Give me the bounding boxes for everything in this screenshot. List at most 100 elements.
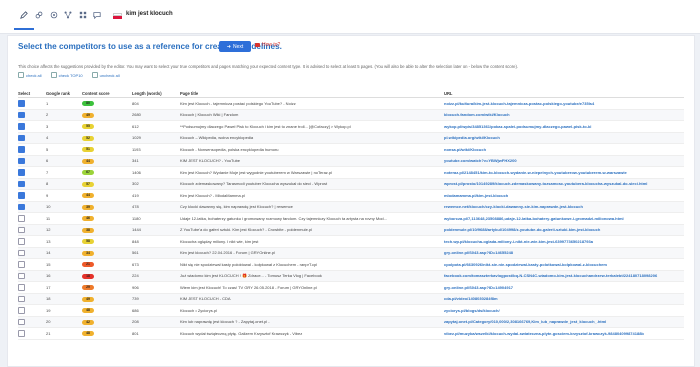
table-row[interactable]: 15 21 673 Nikt się nie spodziewał kasty poł… [18, 258, 684, 271]
table-row[interactable]: 5 51 1193 Klocuch - Nonsensopedia, polska e… [18, 143, 684, 156]
url-link[interactable]: wprost.pl/prosto/10149289/klocuch-zdemas… [444, 178, 684, 190]
table-row[interactable]: 1 80 804 Kim jest Klocuch - tajemnicza post… [18, 97, 684, 110]
rank-cell: 15 [46, 258, 82, 271]
url-link[interactable]: cpolpota.pl/6630926/nikt-sie-nie-spodzie… [444, 258, 684, 271]
select-checkbox[interactable] [18, 284, 25, 291]
link-icon[interactable] [33, 9, 45, 21]
table-row[interactable]: 13 58 848 Klocucha ogląday miliony. I nikt … [18, 235, 684, 248]
length-cell: 612 [132, 120, 180, 133]
url-link[interactable]: cda.pl/video/1408030284f8m [444, 293, 684, 305]
length-cell: 848 [132, 235, 180, 248]
col-url[interactable]: URL [444, 82, 684, 98]
score-cell: 46 [82, 212, 132, 225]
select-checkbox[interactable] [18, 100, 25, 107]
chat-icon[interactable] [91, 9, 103, 21]
select-checkbox[interactable] [18, 146, 25, 153]
title-cell: Klocuch zdemaskowany? Tarasmodi youtuber… [180, 178, 444, 190]
score-badge: 48 [82, 331, 94, 337]
table-row[interactable]: 19 48 686 Klocuch • Zyciorys.pl zyciorys.pl/… [18, 304, 684, 317]
url-link[interactable]: gry-online.pl/S043.asp?ID=14904917 [444, 281, 684, 294]
network-icon[interactable] [62, 9, 74, 21]
select-checkbox[interactable] [18, 318, 25, 325]
select-checkbox[interactable] [18, 215, 25, 222]
url-link[interactable]: mlodamamma.pl/kim-jest-klocuch [444, 189, 684, 202]
select-checkbox[interactable] [18, 111, 25, 118]
length-cell: 478 [132, 201, 180, 213]
title-cell: Klocuch wydał świąteczną płytę. Galizem … [180, 327, 444, 340]
select-checkbox[interactable] [18, 307, 25, 314]
url-link[interactable]: facebook.com/tomaszterkavlogpost/bq-N-CS… [444, 270, 684, 282]
next-button[interactable]: ➜ Next [219, 41, 251, 52]
select-checkbox[interactable] [18, 169, 25, 176]
select-checkbox[interactable] [18, 330, 25, 337]
target-icon[interactable] [48, 9, 60, 21]
table-row[interactable]: 7 67 1406 Kim jest Klocuch? Wydanie Moje je… [18, 166, 684, 179]
select-checkbox[interactable] [18, 157, 25, 164]
url-link[interactable]: zyciorys.pl/blogs/ds/klocuch/ [444, 304, 684, 317]
score-badge: 57 [82, 181, 94, 187]
table-row[interactable]: 6 44 341 KIM JEST KLOCUCH? - YouTube youtube… [18, 155, 684, 167]
how-to-link[interactable]: How to? [255, 42, 280, 48]
select-checkbox[interactable] [18, 226, 25, 233]
length-cell: 302 [132, 178, 180, 190]
table-row[interactable]: 2 49 2680 Klocuch | Klocuch Wiki | Fandom kl… [18, 109, 684, 121]
select-checkbox[interactable] [18, 123, 25, 130]
url-link[interactable]: wykop.pl/wpis/34851361/pokaz-spalei-pods… [444, 120, 684, 133]
url-link[interactable]: noizz.pl/kultura/kim-jest-klocuch-tajemn… [444, 97, 684, 110]
length-cell: 686 [132, 304, 180, 317]
select-checkbox[interactable] [18, 272, 25, 279]
select-checkbox[interactable] [18, 180, 25, 187]
check-all-link[interactable]: check all [18, 72, 42, 78]
col-score[interactable]: Content score [82, 82, 132, 98]
select-checkbox[interactable] [18, 192, 25, 199]
url-link[interactable]: rewemce.net/klocuch/czy-klocki-dawanny-s… [444, 201, 684, 213]
url-link[interactable]: youtube.com/watch?v=YBWjwFHX200 [444, 155, 684, 167]
table-row[interactable]: 4 52 1029 Klocuch – Wikipedia, wolna encykl… [18, 132, 684, 144]
select-cell [18, 120, 46, 133]
table-row[interactable]: 17 29 906 Wiem kim jest Klocuch! To czas! T… [18, 281, 684, 294]
url-link[interactable]: poldenmule.pl/10/9688/artykul/104998/z-y… [444, 224, 684, 236]
select-checkbox[interactable] [18, 238, 25, 245]
table-row[interactable]: 18 49 739 KIM JEST KLOCUCH - CDA cda.pl/vide… [18, 293, 684, 305]
url-link[interactable]: wyborcza.pl/7,113648,23508886,udaje-12-l… [444, 212, 684, 225]
url-link[interactable]: gry-online.pl/S043.asp?ID=14655248 [444, 247, 684, 259]
check-top10-link[interactable]: check TOP10 [50, 72, 83, 78]
keyword-title: kim jest klocuch [126, 11, 173, 17]
table-row[interactable]: 20 42 208 Kim lub naprawdę jest klocuch ? -… [18, 316, 684, 328]
title-cell: Klocuch - Nonsensopedia, polska encyklop… [180, 143, 444, 156]
pen-icon[interactable] [14, 9, 34, 30]
table-row[interactable]: 14 34 561 Kim jest klocuch? 22.04.2016 - Fo… [18, 247, 684, 259]
url-link[interactable]: noteraz.pl/2148451/kim-to-klocuch-wydani… [444, 166, 684, 179]
select-cell [18, 327, 46, 340]
table-row[interactable]: 9 44 419 Kim jest Klocuch? - MłodaMamma.pl m… [18, 189, 684, 202]
select-checkbox[interactable] [18, 249, 25, 256]
select-checkbox[interactable] [18, 134, 25, 141]
col-title[interactable]: Page title [180, 82, 444, 98]
col-length[interactable]: Length (words) [132, 82, 180, 98]
url-link[interactable]: nonsa.pl/wiki/Klocuch [444, 143, 684, 156]
url-link[interactable]: zapytaj.onet.pl/Category/010,000/2,30816… [444, 316, 684, 328]
select-checkbox[interactable] [18, 295, 25, 302]
table-row[interactable]: 3 55 612 **Podsumujmy dlaczego Paweł Pisk t… [18, 120, 684, 133]
table-row[interactable]: 12 38 1444 Z YouTube'a do gaferi sztuki. Ki… [18, 224, 684, 236]
url-link[interactable]: vibez.pl/muzyka/wszelki/klocuch-wydal-sw… [444, 327, 684, 340]
table-row[interactable]: 11 46 1180 Udaje 12-latka, bohaterzy gatunk… [18, 212, 684, 225]
rank-cell: 9 [46, 189, 82, 202]
table-row[interactable]: 8 57 302 Klocuch zdemaskowany? Tarasmodi yo… [18, 178, 684, 190]
score-cell: 18 [82, 270, 132, 282]
col-rank[interactable]: Google rank [46, 82, 82, 98]
uncheck-all-link[interactable]: uncheck all [91, 72, 120, 78]
url-link[interactable]: pl.wikipedia.org/wiki/Klocuch [444, 132, 684, 144]
select-checkbox[interactable] [18, 203, 25, 210]
title-cell: Kim lub naprawdę jest klocuch ? - Zapyta… [180, 316, 444, 328]
length-cell: 906 [132, 281, 180, 294]
select-checkbox[interactable] [18, 261, 25, 268]
grid-icon[interactable] [77, 9, 89, 21]
table-row[interactable]: 16 18 224 Już wiadomo kim jest KLOCUCH ! 🎁 … [18, 270, 684, 282]
url-link[interactable]: klocuch.fandom.com/wiki/Klocuch [444, 109, 684, 121]
table-row[interactable]: 21 48 801 Klocuch wydał świąteczną płytę. G… [18, 327, 684, 340]
title-cell: Czy klocki dawanny się, kim naprawdę jes… [180, 201, 444, 213]
score-badge: 48 [82, 308, 94, 314]
url-link[interactable]: tech.wp.pl/klocucha-oglada-miliony-i-nik… [444, 235, 684, 248]
table-row[interactable]: 10 39 478 Czy klocki dawanny się, kim napra… [18, 201, 684, 213]
